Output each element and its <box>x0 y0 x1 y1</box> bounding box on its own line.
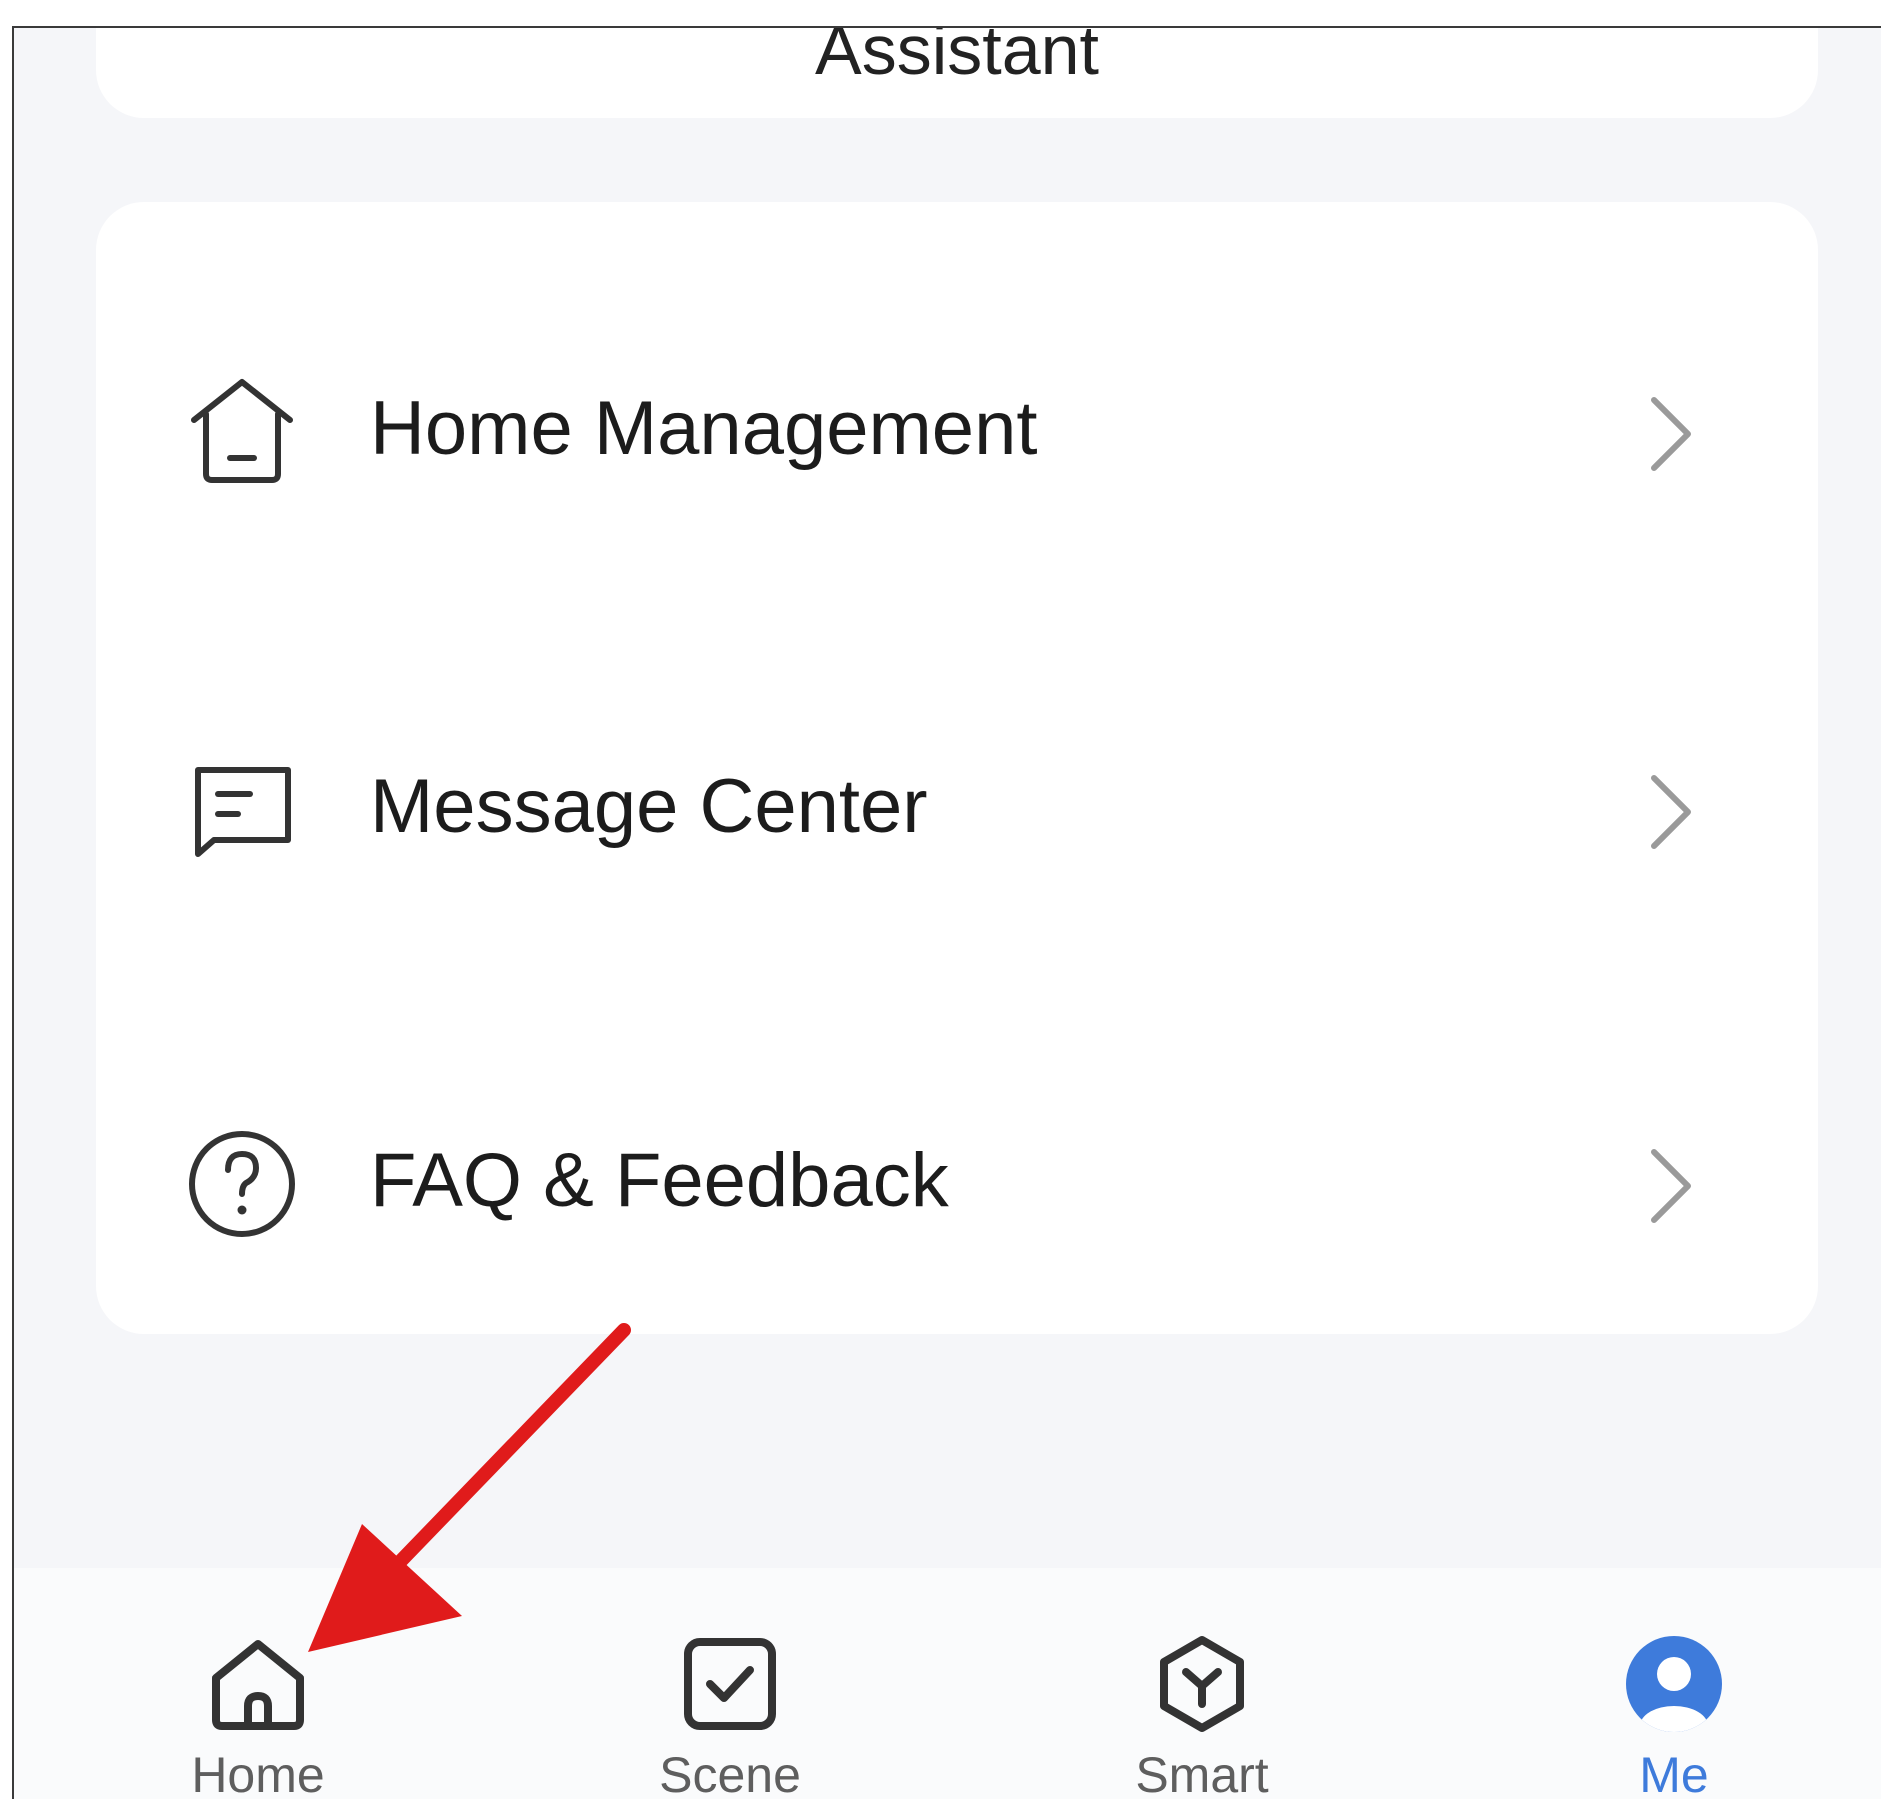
tab-smart[interactable]: Smart <box>1052 1568 1352 1799</box>
assistant-card-label: Assistant <box>815 26 1099 89</box>
chevron-right-icon <box>1651 397 1691 471</box>
question-circle-icon <box>189 1131 295 1237</box>
tab-label: Home <box>191 1747 325 1799</box>
smart-hexagon-icon <box>1160 1636 1244 1732</box>
tab-label: Smart <box>1135 1747 1269 1799</box>
tab-label: Scene <box>659 1747 801 1799</box>
message-icon <box>195 767 291 857</box>
chevron-right-icon <box>1651 775 1691 849</box>
menu-item-message-center[interactable]: Message Center <box>96 660 1818 940</box>
tab-me[interactable]: Me <box>1524 1568 1824 1799</box>
menu-item-label: Home Management <box>370 386 1038 471</box>
checkbox-icon <box>684 1638 776 1730</box>
tab-label: Me <box>1639 1747 1709 1799</box>
assistant-card[interactable]: Assistant <box>96 26 1818 118</box>
chevron-right-icon <box>1651 1149 1691 1223</box>
menu-item-label: FAQ & Feedback <box>370 1138 949 1223</box>
menu-item-home-management[interactable]: Home Management <box>96 282 1818 562</box>
menu-item-faq-feedback[interactable]: FAQ & Feedback <box>96 1034 1818 1314</box>
house-outline-icon <box>191 379 293 483</box>
menu-item-label: Message Center <box>370 764 928 849</box>
profile-icon <box>1626 1636 1722 1732</box>
home-icon <box>212 1640 304 1730</box>
menu-card: Home Management Message Center FAQ & Fee… <box>96 202 1818 1334</box>
app-screen: Assistant Home Management Message Center <box>12 26 1881 1799</box>
annotation-arrow-icon <box>308 1323 631 1652</box>
